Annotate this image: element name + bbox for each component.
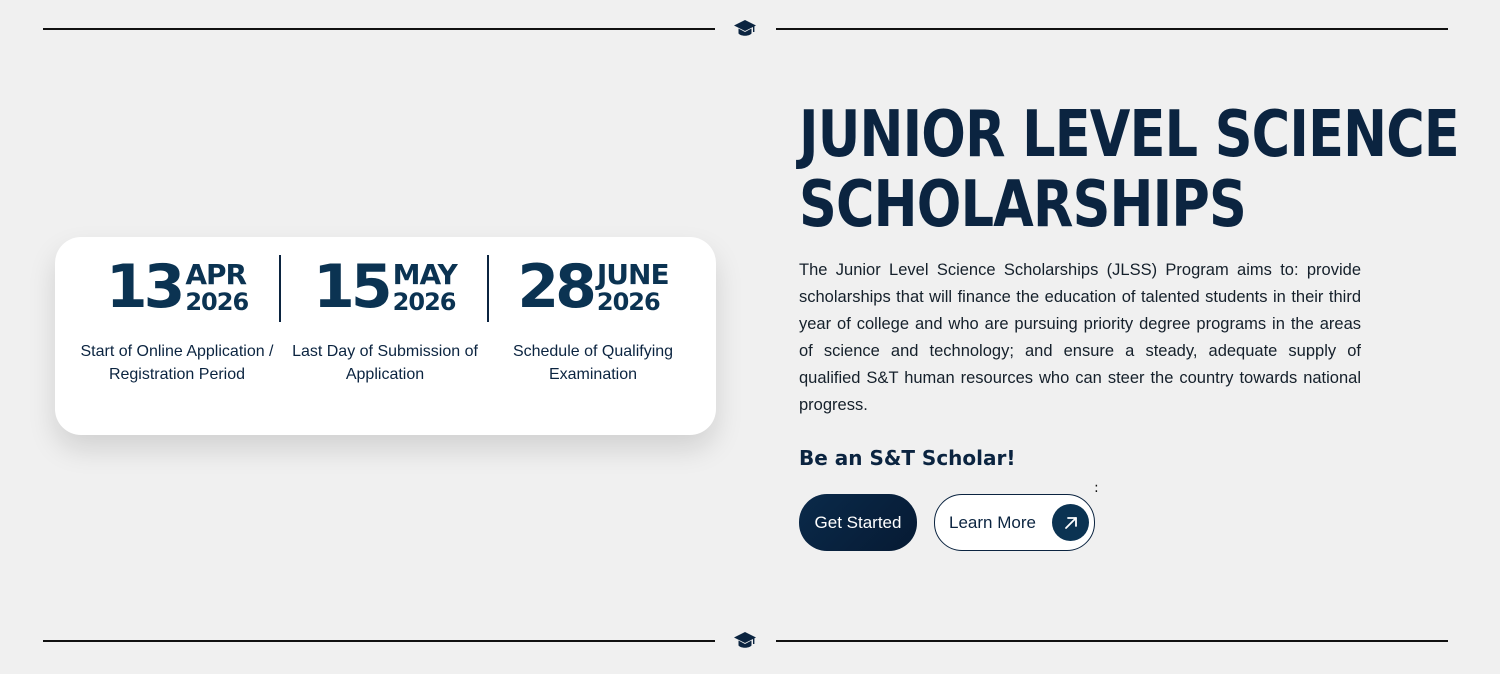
date-description: Start of Online Application / Registrati… [80, 343, 274, 383]
date-month: MAY [392, 257, 458, 291]
page-title: JUNIOR LEVEL SCIENCE SCHOLARSHIPS [799, 98, 1460, 242]
date-year: 2026 [392, 287, 457, 316]
date-month: APR [185, 257, 247, 291]
learn-more-label: Learn More [949, 513, 1036, 532]
top-divider [43, 17, 1448, 41]
colon-marker: : [1094, 480, 1099, 496]
learn-more-button[interactable]: Learn More [934, 494, 1095, 551]
program-description: The Junior Level Science Scholarships (J… [799, 261, 1361, 414]
date-month-year: APR 2026 [185, 257, 249, 316]
bottom-divider [43, 629, 1448, 653]
divider-line-left [43, 640, 715, 642]
tagline: Be an S&T Scholar! [799, 446, 1016, 470]
graduation-cap-icon [733, 629, 757, 653]
date-display: 28 JUNE 2026 [489, 255, 697, 319]
date-item: 28 JUNE 2026 Schedule of Qualifying Exam… [489, 255, 697, 386]
divider-line-right [776, 640, 1448, 642]
date-day: 15 [313, 252, 392, 322]
date-day: 28 [517, 252, 596, 322]
date-month-year: JUNE 2026 [596, 257, 670, 316]
important-dates-card: 13 APR 2026 Start of Online Application … [55, 237, 716, 435]
get-started-button[interactable]: Get Started [799, 494, 917, 551]
page-title-line: SCHOLARSHIPS [799, 168, 1247, 242]
date-item: 15 MAY 2026 Last Day of Submission of Ap… [281, 255, 489, 386]
date-year: 2026 [596, 287, 661, 316]
page-title-line: JUNIOR LEVEL SCIENCE [799, 98, 1460, 172]
date-display: 13 APR 2026 [73, 255, 281, 319]
arrow-up-right-icon [1052, 504, 1089, 541]
date-description: Schedule of Qualifying Examination [512, 343, 674, 383]
divider-line-right [776, 28, 1448, 30]
date-month-year: MAY 2026 [392, 257, 458, 316]
graduation-cap-icon [733, 17, 757, 41]
date-month: JUNE [596, 257, 670, 291]
date-display: 15 MAY 2026 [281, 255, 489, 319]
divider-line-left [43, 28, 715, 30]
date-year: 2026 [185, 287, 249, 316]
date-item: 13 APR 2026 Start of Online Application … [73, 255, 281, 386]
date-day: 13 [105, 252, 185, 322]
date-description: Last Day of Submission of Application [292, 343, 478, 383]
